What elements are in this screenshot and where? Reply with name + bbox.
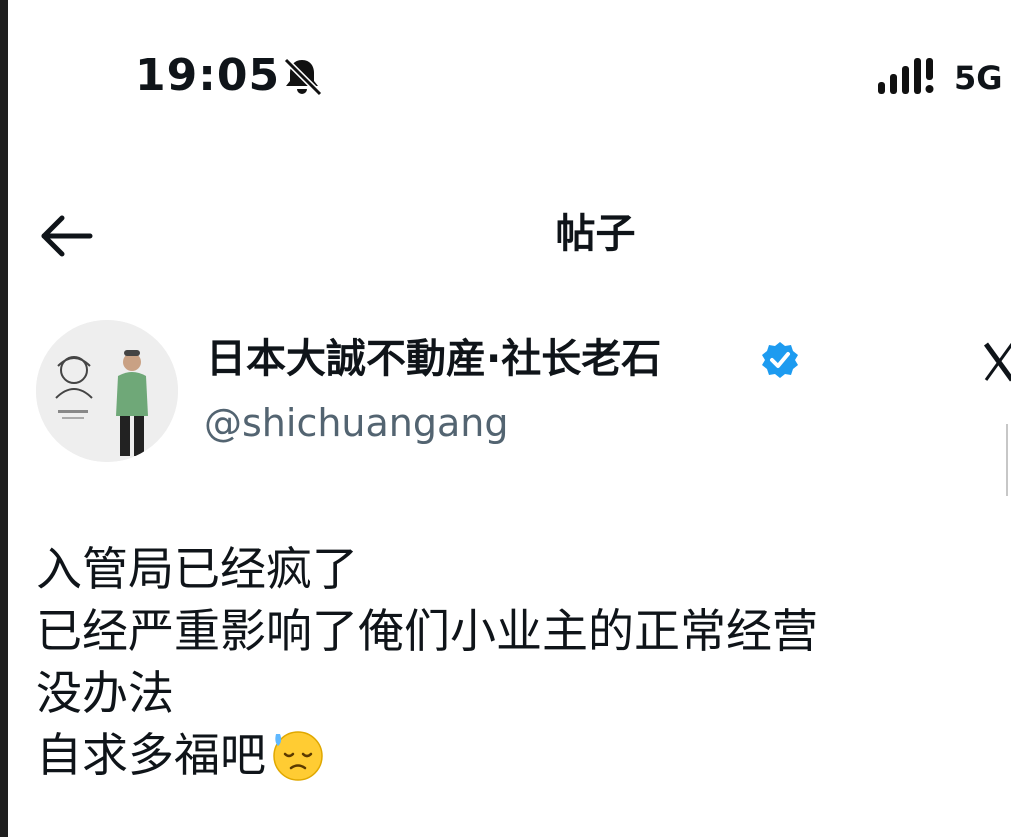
post-body: 入管局已经疯了 已经严重影响了俺们小业主的正常经营 没办法 自求多福吧 bbox=[36, 538, 818, 786]
screen-edge bbox=[0, 0, 8, 837]
status-time: 19:05 bbox=[135, 50, 281, 101]
downcast-face-with-sweat-icon bbox=[273, 731, 323, 781]
author-display-name[interactable]: 日本大誠不動産·社长老石 bbox=[206, 332, 661, 386]
post-line-with-emoji: 自求多福吧 bbox=[36, 724, 818, 786]
network-type: 5G bbox=[954, 59, 1003, 97]
verified-badge-icon bbox=[762, 342, 798, 378]
signal-icon bbox=[878, 58, 934, 94]
x-logo-icon bbox=[983, 342, 1011, 382]
page-title: 帖子 bbox=[555, 211, 636, 257]
post-line: 没办法 bbox=[36, 666, 174, 720]
avatar[interactable] bbox=[36, 320, 178, 462]
post-line: 自求多福吧 bbox=[36, 728, 266, 782]
post-line: 入管局已经疯了 bbox=[36, 542, 358, 596]
author-handle[interactable]: @shichuangang bbox=[204, 396, 508, 450]
bell-muted-icon bbox=[283, 57, 323, 97]
post-line: 已经严重影响了俺们小业主的正常经营 bbox=[36, 604, 818, 658]
scrollbar bbox=[1006, 424, 1008, 496]
